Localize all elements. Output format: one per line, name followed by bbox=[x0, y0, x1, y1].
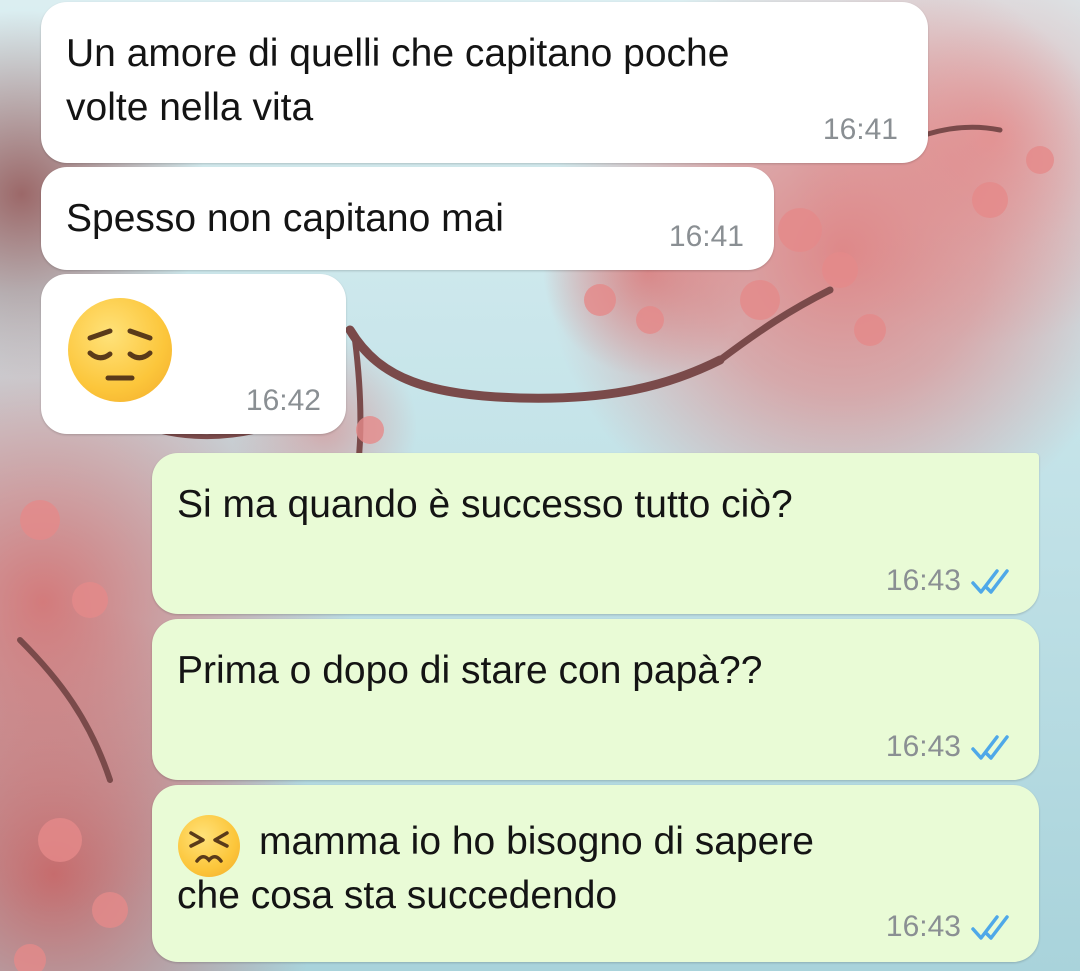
message-meta: 16:43 bbox=[886, 564, 1017, 598]
message-text: Si ma quando è successo tutto ciò? bbox=[177, 483, 793, 526]
message-meta: 16:41 bbox=[823, 113, 898, 147]
message-text: mamma io ho bisogno di sapere che cosa s… bbox=[177, 820, 814, 917]
message-timestamp: 16:43 bbox=[885, 910, 961, 943]
message-bubble-incoming[interactable]: Spesso non capitano mai 16:41 bbox=[41, 167, 774, 270]
message-bubble-incoming[interactable]: Un amore di quelli che capitano poche vo… bbox=[41, 2, 928, 163]
message-meta: 16:41 bbox=[669, 220, 744, 254]
message-bubble-outgoing[interactable]: Prima o dopo di stare con papà?? 16:43 bbox=[152, 619, 1039, 780]
message-bubble-outgoing[interactable]: mamma io ho bisogno di sapere che cosa s… bbox=[152, 785, 1039, 962]
message-text: Spesso non capitano mai bbox=[66, 197, 504, 240]
message-timestamp: 16:41 bbox=[668, 220, 744, 253]
message-meta: 16:43 bbox=[886, 910, 1017, 944]
message-bubble-outgoing[interactable]: Si ma quando è successo tutto ciò? 16:43 bbox=[152, 453, 1039, 614]
double-check-icon bbox=[971, 735, 1009, 760]
message-text: Prima o dopo di stare con papà?? bbox=[177, 649, 763, 692]
message-meta: 16:43 bbox=[886, 730, 1017, 764]
message-text: Un amore di quelli che capitano poche vo… bbox=[66, 32, 730, 129]
double-check-icon bbox=[971, 569, 1009, 594]
message-timestamp: 16:41 bbox=[822, 113, 898, 146]
message-bubble-incoming[interactable]: 16:42 bbox=[41, 274, 346, 434]
message-meta: 16:42 bbox=[246, 384, 321, 418]
message-timestamp: 16:43 bbox=[885, 564, 961, 597]
double-check-icon bbox=[971, 915, 1009, 940]
message-timestamp: 16:43 bbox=[885, 730, 961, 763]
message-timestamp: 16:42 bbox=[245, 384, 321, 417]
pensive-face-emoji bbox=[68, 298, 172, 402]
